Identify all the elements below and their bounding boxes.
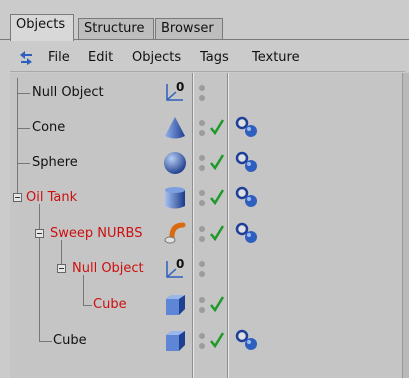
tab-browser-label: Browser [161, 21, 214, 36]
visibility-dots[interactable] [198, 296, 206, 316]
collapse-toggle[interactable] [13, 193, 22, 202]
cylinder-icon [165, 187, 185, 209]
column-divider-right-highlight [228, 73, 229, 378]
object-name[interactable]: Cube [53, 333, 87, 348]
vertical-scrollbar[interactable] [402, 73, 409, 378]
tree-line-oiltank [39, 204, 40, 341]
texture-tag-icon[interactable] [234, 151, 260, 173]
visibility-dots[interactable] [198, 260, 206, 280]
cube-icon [166, 295, 185, 315]
checkmark-icon[interactable] [210, 225, 224, 241]
object-name[interactable]: Sweep NURBS [50, 226, 142, 241]
menu-tags[interactable]: Tags [200, 50, 229, 65]
tree-branch [17, 128, 30, 129]
menu-file[interactable]: File [48, 50, 70, 65]
tree-line-null [83, 275, 84, 305]
cube-icon [166, 331, 185, 351]
collapse-toggle[interactable] [35, 229, 44, 238]
texture-tag-icon[interactable] [234, 329, 260, 351]
texture-tag-icon[interactable] [234, 186, 260, 208]
tab-objects-label: Objects [16, 17, 66, 32]
menu-edit[interactable]: Edit [88, 50, 113, 65]
tab-structure-label: Structure [84, 21, 145, 36]
texture-tag-icon[interactable] [234, 222, 260, 244]
tree-branch [83, 305, 92, 306]
checkmark-icon[interactable] [210, 154, 224, 170]
tree-branch [17, 93, 30, 94]
sweep-nurbs-icon [164, 222, 186, 244]
object-name[interactable]: Null Object [72, 261, 144, 276]
tree-line-root [17, 78, 18, 198]
navigate-arrow-icon[interactable] [18, 50, 34, 66]
tree-branch [17, 163, 30, 164]
tab-browser[interactable]: Browser [155, 18, 223, 40]
tab-strip: Objects Structure Browser [10, 14, 409, 41]
collapse-toggle[interactable] [57, 264, 66, 273]
tree-branch [39, 341, 52, 342]
object-name[interactable]: Cone [32, 120, 65, 135]
object-name[interactable]: Null Object [32, 85, 104, 100]
tab-objects[interactable]: Objects [10, 14, 74, 41]
checkmark-icon[interactable] [210, 332, 224, 348]
menu-texture[interactable]: Texture [252, 50, 300, 65]
column-divider-left-highlight [193, 73, 194, 378]
tab-structure[interactable]: Structure [78, 18, 154, 40]
object-name[interactable]: Cube [93, 297, 127, 312]
cone-icon [165, 117, 185, 139]
menu-objects[interactable]: Objects [132, 50, 181, 65]
visibility-dots[interactable] [198, 154, 206, 174]
visibility-dots[interactable] [198, 84, 206, 104]
null-object-icon: 0 [166, 80, 184, 101]
checkmark-icon[interactable] [210, 119, 224, 135]
object-name[interactable]: Oil Tank [26, 190, 77, 205]
menu-bar: File Edit Objects Tags Texture [10, 44, 405, 72]
visibility-dots[interactable] [198, 332, 206, 352]
visibility-dots[interactable] [198, 189, 206, 209]
visibility-dots[interactable] [198, 225, 206, 245]
svg-text:0: 0 [176, 80, 184, 94]
checkmark-icon[interactable] [210, 296, 224, 312]
visibility-dots[interactable] [198, 119, 206, 139]
object-manager-window: Objects Structure Browser File Edit Obje… [0, 0, 409, 378]
texture-tag-icon[interactable] [234, 116, 260, 138]
checkmark-icon[interactable] [210, 189, 224, 205]
null-object-icon: 0 [166, 257, 184, 278]
object-name[interactable]: Sphere [32, 155, 78, 170]
sphere-icon [164, 152, 186, 174]
svg-text:0: 0 [176, 257, 184, 271]
